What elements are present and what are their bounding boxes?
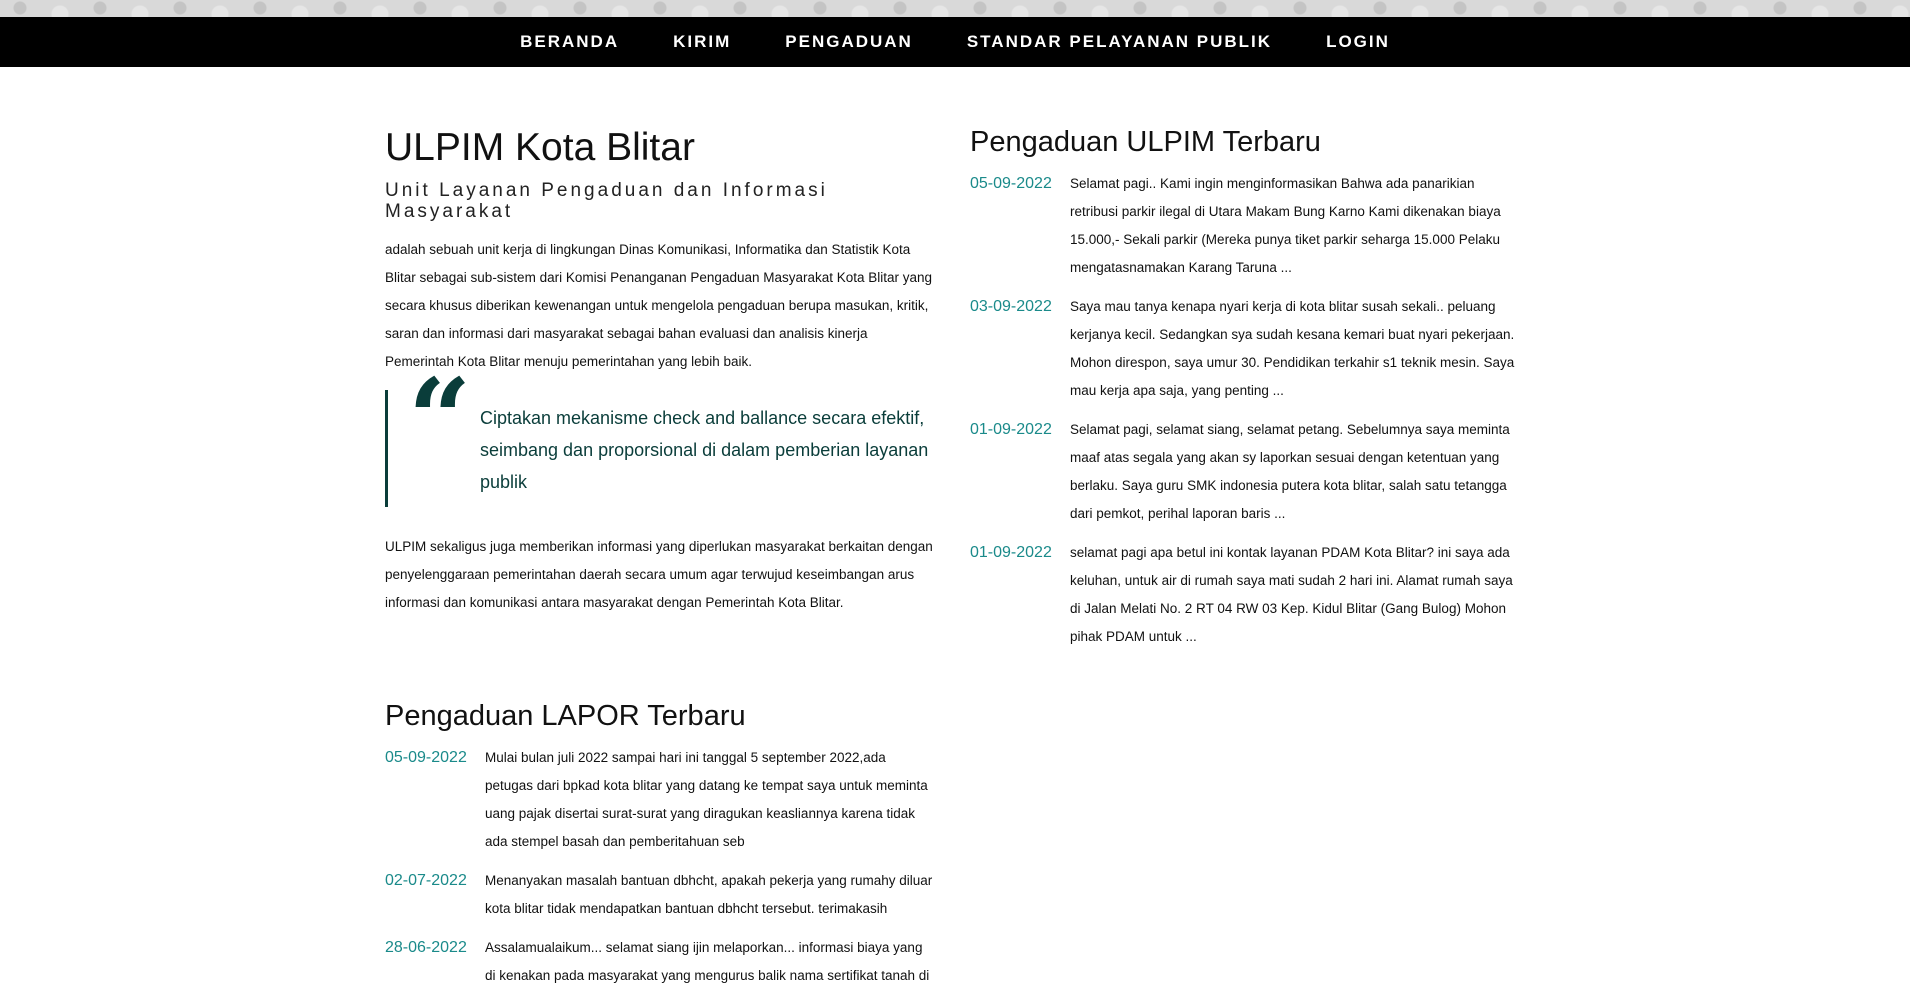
ulpim-entry: 01-09-2022 selamat pagi apa betul ini ko… xyxy=(970,542,1520,651)
entry-link[interactable]: Menanyakan masalah bantuan dbhcht, apaka… xyxy=(485,873,932,916)
lapor-section-title: Pengaduan LAPOR Terbaru xyxy=(385,700,746,732)
entry-date: 02-07-2022 xyxy=(385,872,467,889)
ulpim-entry: 01-09-2022 Selamat pagi, selamat siang, … xyxy=(970,419,1520,528)
entry-date: 28-06-2022 xyxy=(385,939,467,956)
header-pattern xyxy=(0,0,1910,17)
entry-link[interactable]: Assalamualaikum... selamat siang ijin me… xyxy=(485,940,929,983)
quote-icon: “ xyxy=(408,354,472,483)
ulpim-entry: 03-09-2022 Saya mau tanya kenapa nyari k… xyxy=(970,296,1520,405)
lapor-entry: 02-07-2022 Menanyakan masalah bantuan db… xyxy=(385,870,935,923)
lapor-entry: 28-06-2022 Assalamualaikum... selamat si… xyxy=(385,937,935,990)
entry-date: 01-09-2022 xyxy=(970,544,1052,561)
entry-date: 03-09-2022 xyxy=(970,298,1052,315)
page-subtitle: Unit Layanan Pengaduan dan Informasi Mas… xyxy=(385,180,828,222)
ulpim-entry: 05-09-2022 Selamat pagi.. Kami ingin men… xyxy=(970,173,1520,282)
entry-date: 05-09-2022 xyxy=(970,175,1052,192)
ulpim-section-title: Pengaduan ULPIM Terbaru xyxy=(970,126,1321,158)
nav-pengaduan[interactable]: PENGADUAN xyxy=(785,32,913,52)
entry-date: 05-09-2022 xyxy=(385,749,467,766)
quote-block: “ Ciptakan mekanisme check and ballance … xyxy=(385,364,935,507)
page-title: ULPIM Kota Blitar xyxy=(385,126,695,169)
lapor-entry: 05-09-2022 Mulai bulan juli 2022 sampai … xyxy=(385,747,935,856)
nav-beranda[interactable]: BERANDA xyxy=(520,32,619,52)
quote-text: Ciptakan mekanisme check and ballance se… xyxy=(480,408,929,492)
right-column: Pengaduan ULPIM Terbaru 05-09-2022 Selam… xyxy=(970,125,1520,665)
entry-date: 01-09-2022 xyxy=(970,421,1052,438)
main-navbar: BERANDA KIRIM PENGADUAN STANDAR PELAYANA… xyxy=(0,17,1910,67)
entry-link[interactable]: Saya mau tanya kenapa nyari kerja di kot… xyxy=(1070,299,1514,398)
left-column: ULPIM Kota Blitar Unit Layanan Pengaduan… xyxy=(385,125,935,1004)
entry-link[interactable]: selamat pagi apa betul ini kontak layana… xyxy=(1070,545,1513,644)
lapor-section: Pengaduan LAPOR Terbaru 05-09-2022 Mulai… xyxy=(385,699,935,990)
entry-link[interactable]: Mulai bulan juli 2022 sampai hari ini ta… xyxy=(485,750,928,849)
entry-link[interactable]: Selamat pagi.. Kami ingin menginformasik… xyxy=(1070,176,1501,275)
entry-link[interactable]: Selamat pagi, selamat siang, selamat pet… xyxy=(1070,422,1510,521)
intro-closing: ULPIM sekaligus juga memberikan informas… xyxy=(385,539,933,610)
nav-kirim[interactable]: KIRIM xyxy=(673,32,731,52)
nav-standar-pelayanan-publik[interactable]: STANDAR PELAYANAN PUBLIK xyxy=(967,32,1272,52)
nav-login[interactable]: LOGIN xyxy=(1326,32,1390,52)
